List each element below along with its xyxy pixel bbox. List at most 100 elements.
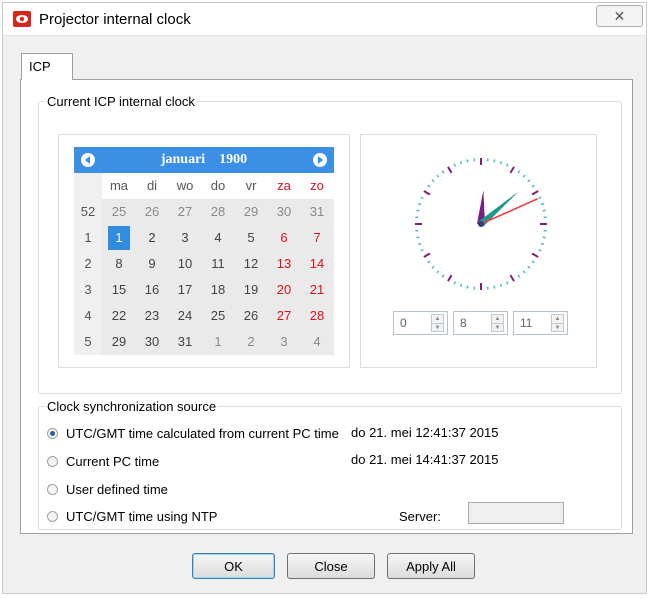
calendar-day[interactable]: 1 <box>108 226 130 250</box>
calendar-day[interactable]: 28 <box>306 304 328 328</box>
server-label: Server: <box>399 509 441 524</box>
calendar-day[interactable]: 16 <box>141 278 163 302</box>
calendar-day[interactable]: 10 <box>174 252 196 276</box>
radio-button[interactable] <box>47 455 58 467</box>
calendar-day[interactable]: 5 <box>240 226 262 250</box>
clock-minute-tick <box>505 163 509 167</box>
calendar-day[interactable]: 30 <box>141 330 163 354</box>
tab-icp[interactable]: ICP <box>21 53 73 80</box>
calendar-day[interactable]: 27 <box>174 200 196 224</box>
clock-minute-tick <box>505 281 509 285</box>
weekday-header: wo <box>176 178 194 193</box>
calendar-day[interactable]: 11 <box>207 252 229 276</box>
calendar-day[interactable]: 28 <box>207 200 229 224</box>
spin-up-icon[interactable]: ▲ <box>492 315 503 323</box>
calendar-day[interactable]: 8 <box>108 252 130 276</box>
close-button[interactable]: Close <box>287 553 375 579</box>
calendar-day[interactable]: 1 <box>207 330 229 354</box>
calendar-day[interactable]: 25 <box>108 200 130 224</box>
calendar-day[interactable]: 2 <box>240 330 262 354</box>
spin-down-icon[interactable]: ▼ <box>492 323 503 332</box>
calendar[interactable]: januari 1900 ma di wo do vr za zo 52 25 26 27 28 29 3… <box>58 134 350 368</box>
calendar-day[interactable]: 6 <box>273 226 295 250</box>
minutes-spin-arrows[interactable]: ▲ ▼ <box>491 314 504 332</box>
spin-down-icon[interactable]: ▼ <box>552 323 563 332</box>
clock-minute-tick <box>493 285 496 289</box>
clock-minute-tick <box>493 159 496 163</box>
calendar-day[interactable]: 25 <box>207 304 229 328</box>
week-number: 5 <box>84 334 92 349</box>
clock-hour-tick <box>509 274 515 282</box>
month-label[interactable]: januari <box>161 152 205 168</box>
calendar-day[interactable]: 7 <box>306 226 328 250</box>
hours-spin-arrows[interactable]: ▲ ▼ <box>431 314 444 332</box>
calendar-day[interactable]: 19 <box>240 278 262 302</box>
seconds-value: 11 <box>520 316 533 330</box>
spin-up-icon[interactable]: ▲ <box>432 315 443 323</box>
sync-option-label: User defined time <box>66 481 168 497</box>
calendar-day[interactable]: 27 <box>273 304 295 328</box>
clock-minute-tick <box>538 248 542 252</box>
sync-option-label: UTC/GMT time calculated from current PC … <box>66 425 339 441</box>
calendar-day[interactable]: 20 <box>273 278 295 302</box>
clock-hour-tick <box>531 190 539 196</box>
ok-button[interactable]: OK <box>192 553 275 579</box>
clock-hour-tick <box>423 190 431 196</box>
radio-button[interactable] <box>47 510 58 522</box>
clock-minute-tick <box>522 270 526 274</box>
calendar-day[interactable]: 4 <box>306 330 328 354</box>
calendar-day[interactable]: 30 <box>273 200 295 224</box>
calendar-day[interactable]: 17 <box>174 278 196 302</box>
server-input[interactable] <box>468 502 564 524</box>
close-window-button[interactable]: ✕ <box>596 5 643 27</box>
utc-pc-time-value: do 21. mei 12:41:37 2015 <box>351 425 499 440</box>
minute-hand <box>478 191 519 227</box>
clock-minute-tick <box>466 285 469 289</box>
calendar-day[interactable]: 2 <box>141 226 163 250</box>
calendar-day[interactable]: 9 <box>141 252 163 276</box>
spin-down-icon[interactable]: ▼ <box>432 323 443 332</box>
weekday-header: ma <box>109 178 129 193</box>
weekday-header: zo <box>310 178 324 193</box>
calendar-day[interactable]: 21 <box>306 278 328 302</box>
calendar-day[interactable]: 29 <box>108 330 130 354</box>
calendar-day[interactable]: 18 <box>207 278 229 302</box>
radio-button[interactable] <box>47 427 58 439</box>
calendar-day[interactable]: 26 <box>240 304 262 328</box>
clock-minute-tick <box>417 202 422 206</box>
sync-option-utc-pc[interactable]: UTC/GMT time calculated from current PC … <box>47 423 339 443</box>
calendar-day[interactable]: 26 <box>141 200 163 224</box>
calendar-day[interactable]: 4 <box>207 226 229 250</box>
calendar-day[interactable]: 23 <box>141 304 163 328</box>
clock-minute-tick <box>431 179 435 183</box>
sync-option-ntp[interactable]: UTC/GMT time using NTP <box>47 506 217 526</box>
calendar-day[interactable]: 22 <box>108 304 130 328</box>
calendar-day[interactable]: 15 <box>108 278 130 302</box>
calendar-day[interactable]: 3 <box>273 330 295 354</box>
calendar-day[interactable]: 14 <box>306 252 328 276</box>
calendar-day[interactable]: 24 <box>174 304 196 328</box>
year-label[interactable]: 1900 <box>219 152 247 168</box>
minutes-spinbox[interactable]: 8 ▲ ▼ <box>453 311 508 335</box>
clock-minute-tick <box>453 163 457 167</box>
spin-up-icon[interactable]: ▲ <box>552 315 563 323</box>
seconds-spin-arrows[interactable]: ▲ ▼ <box>551 314 564 332</box>
hours-spinbox[interactable]: 0 ▲ ▼ <box>393 311 448 335</box>
clock-minute-tick <box>531 260 535 264</box>
calendar-day[interactable]: 12 <box>240 252 262 276</box>
apply-all-button[interactable]: Apply All <box>387 553 475 579</box>
sync-option-user-defined[interactable]: User defined time <box>47 479 168 499</box>
sync-option-current-pc[interactable]: Current PC time <box>47 451 159 471</box>
next-month-icon[interactable] <box>312 152 328 168</box>
seconds-spinbox[interactable]: 11 ▲ ▼ <box>513 311 568 335</box>
clock-minute-tick <box>441 170 445 174</box>
clock-minute-tick <box>540 242 545 246</box>
calendar-day[interactable]: 29 <box>240 200 262 224</box>
calendar-day[interactable]: 3 <box>174 226 196 250</box>
calendar-day[interactable]: 31 <box>306 200 328 224</box>
calendar-day[interactable]: 31 <box>174 330 196 354</box>
calendar-day[interactable]: 13 <box>273 252 295 276</box>
previous-month-icon[interactable] <box>80 152 96 168</box>
clock-minute-tick <box>436 270 440 274</box>
radio-button[interactable] <box>47 483 58 495</box>
